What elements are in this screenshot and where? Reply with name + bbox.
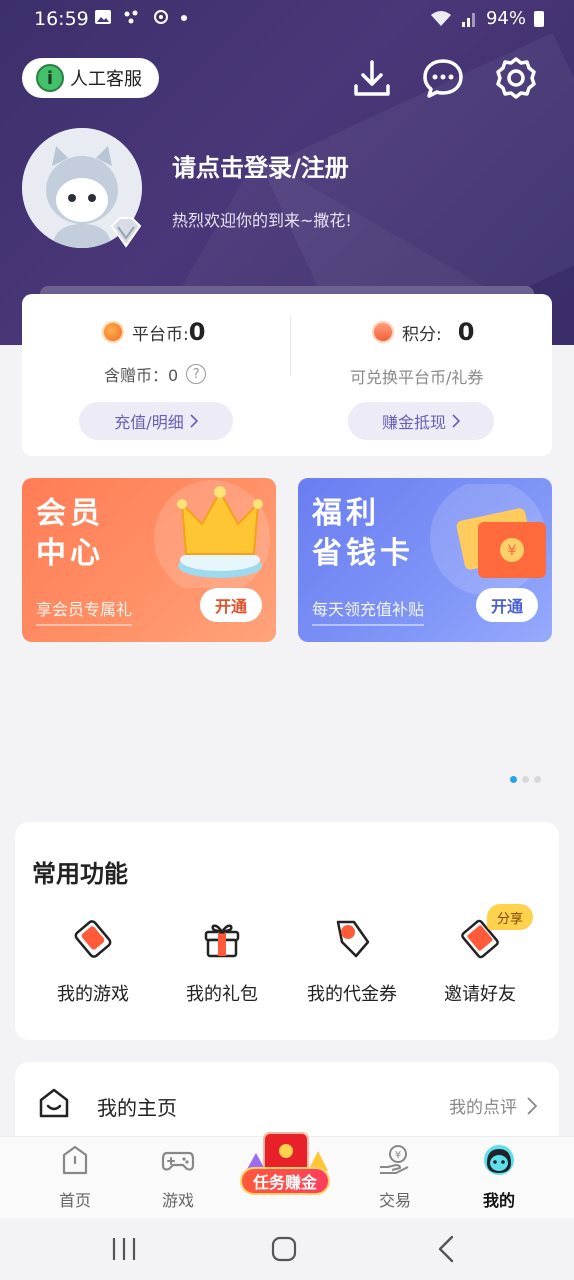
dots-icon xyxy=(124,10,138,24)
member-banner-subtitle: 享会员专属礼 xyxy=(36,596,133,626)
platform-coin-icon xyxy=(102,321,124,343)
task-earn-label: 任务赚金 xyxy=(240,1167,330,1195)
my-games-label: 我的游戏 xyxy=(57,984,129,1005)
vpn-icon xyxy=(153,10,168,24)
bottom-navigation: 首页 游戏 任务赚金 ¥ 交易 我的 xyxy=(0,1132,574,1218)
nav-home[interactable]: 首页 xyxy=(35,1143,115,1211)
info-icon: i xyxy=(36,64,64,92)
nav-task-earn[interactable]: 任务赚金 xyxy=(238,1131,334,1211)
nav-mine[interactable]: 我的 xyxy=(459,1143,539,1211)
my-gifts-item[interactable]: 我的礼包 xyxy=(157,914,287,1006)
points-stack-icon xyxy=(372,321,394,343)
homepage-icon xyxy=(39,1088,69,1118)
nav-mine-label: 我的 xyxy=(482,1191,515,1210)
my-vouchers-label: 我的代金券 xyxy=(307,984,397,1005)
signal-icon xyxy=(461,12,475,27)
customer-service-button[interactable]: i 人工客服 xyxy=(22,58,159,98)
crown-icon xyxy=(154,480,270,588)
points-value: 0 xyxy=(457,318,475,346)
welcome-text: 热烈欢迎你的到来~撒花! xyxy=(172,211,352,230)
member-center-banner[interactable]: 会员 中心 享会员专属礼 开通 xyxy=(22,478,276,642)
status-time: 16:59 xyxy=(34,8,89,30)
dot-icon xyxy=(181,15,188,21)
my-games-item[interactable]: 我的游戏 xyxy=(28,914,158,1006)
banner-pager xyxy=(510,776,541,783)
invite-friends-label: 邀请好友 xyxy=(444,984,516,1005)
nav-trade[interactable]: ¥ 交易 xyxy=(355,1143,435,1211)
welfare-open-button[interactable]: 开通 xyxy=(476,588,538,622)
home-icon xyxy=(62,1145,88,1175)
svg-text:¥: ¥ xyxy=(508,543,517,559)
wifi-icon xyxy=(430,10,451,26)
recharge-detail-label: 充值/明细 xyxy=(114,413,184,432)
welfare-title-line2: 省钱卡 xyxy=(312,536,414,571)
my-reviews-link[interactable]: 我的点评 xyxy=(449,1093,537,1118)
platform-coin-value: 0 xyxy=(188,318,206,346)
customer-service-label: 人工客服 xyxy=(70,69,142,90)
vip-diamond-icon xyxy=(110,217,142,248)
nav-trade-label: 交易 xyxy=(378,1191,411,1210)
recent-apps-icon[interactable] xyxy=(107,1232,141,1266)
pager-dot[interactable] xyxy=(522,776,529,783)
my-vouchers-item[interactable]: 我的代金券 xyxy=(287,914,417,1006)
nav-games-label: 游戏 xyxy=(161,1191,194,1210)
platform-coin-label: 平台币: xyxy=(132,324,189,345)
system-navigation-bar xyxy=(0,1218,574,1280)
common-functions-title: 常用功能 xyxy=(32,860,128,888)
gear-icon[interactable] xyxy=(494,56,538,100)
common-functions-card: 常用功能 我的游戏 我的礼包 我的代金券 邀请好友 分享 xyxy=(15,822,559,1040)
cash-offset-label: 赚金抵现 xyxy=(381,413,446,432)
envelope-gift-icon: ¥ xyxy=(430,484,546,594)
home-button-icon[interactable] xyxy=(267,1232,301,1266)
download-icon[interactable] xyxy=(350,56,394,100)
welfare-banner-subtitle: 每天领充值补贴 xyxy=(312,596,425,626)
status-bar: 16:59 94% xyxy=(0,0,574,40)
game-card-icon xyxy=(74,920,112,958)
chevron-right-icon xyxy=(190,414,198,428)
my-gifts-label: 我的礼包 xyxy=(186,984,258,1005)
nav-games[interactable]: 游戏 xyxy=(138,1143,218,1211)
chevron-right-icon xyxy=(527,1096,537,1115)
wallet-card: 平台币: 0 含赠币：0 ? 充值/明细 积分: 0 可兑换平台币/礼券 赚金抵现 xyxy=(22,294,552,456)
recharge-detail-button[interactable]: 充值/明细 xyxy=(79,402,233,440)
profile-face-icon xyxy=(484,1145,514,1175)
gift-icon xyxy=(204,924,240,958)
welfare-title-line1: 福利 xyxy=(312,496,380,531)
message-icon[interactable] xyxy=(421,56,465,100)
welfare-banner-title: 福利 省钱卡 xyxy=(312,494,414,574)
gift-coin-row: 含赠币：0 ? xyxy=(104,362,207,386)
back-icon[interactable] xyxy=(430,1232,464,1266)
exchange-hint: 可兑换平台币/礼券 xyxy=(350,368,484,387)
battery-text: 94% xyxy=(485,8,526,29)
trade-icon: ¥ xyxy=(380,1145,409,1174)
points-row[interactable]: 积分: 0 xyxy=(372,318,474,346)
nav-home-label: 首页 xyxy=(58,1191,91,1210)
points-label: 积分: xyxy=(402,324,442,345)
member-open-button[interactable]: 开通 xyxy=(200,588,262,622)
status-notification-icons xyxy=(94,9,188,27)
gift-coin-label: 含赠币：0 xyxy=(104,366,179,385)
login-register-link[interactable]: 请点击登录/注册 xyxy=(172,148,349,183)
svg-text:¥: ¥ xyxy=(395,1150,401,1161)
pager-dot-active[interactable] xyxy=(510,776,517,783)
platform-coin-row[interactable]: 平台币: 0 xyxy=(102,318,205,346)
my-homepage-label: 我的主页 xyxy=(97,1096,177,1120)
battery-icon xyxy=(534,10,544,27)
member-banner-title: 会员 中心 xyxy=(36,494,104,574)
image-icon xyxy=(95,10,111,24)
member-title-line1: 会员 xyxy=(36,496,104,531)
voucher-tag-icon xyxy=(336,920,370,958)
chevron-right-icon xyxy=(452,414,460,428)
gamepad-icon xyxy=(161,1151,195,1171)
share-badge: 分享 xyxy=(487,904,533,930)
pager-dot[interactable] xyxy=(534,776,541,783)
wallet-divider xyxy=(290,316,291,376)
member-title-line2: 中心 xyxy=(36,536,104,571)
question-icon[interactable]: ? xyxy=(186,364,207,384)
cash-offset-button[interactable]: 赚金抵现 xyxy=(348,402,494,440)
status-right: 94% xyxy=(430,8,544,29)
my-reviews-label: 我的点评 xyxy=(449,1098,517,1118)
welfare-card-banner[interactable]: ¥ 福利 省钱卡 每天领充值补贴 开通 xyxy=(298,478,552,642)
